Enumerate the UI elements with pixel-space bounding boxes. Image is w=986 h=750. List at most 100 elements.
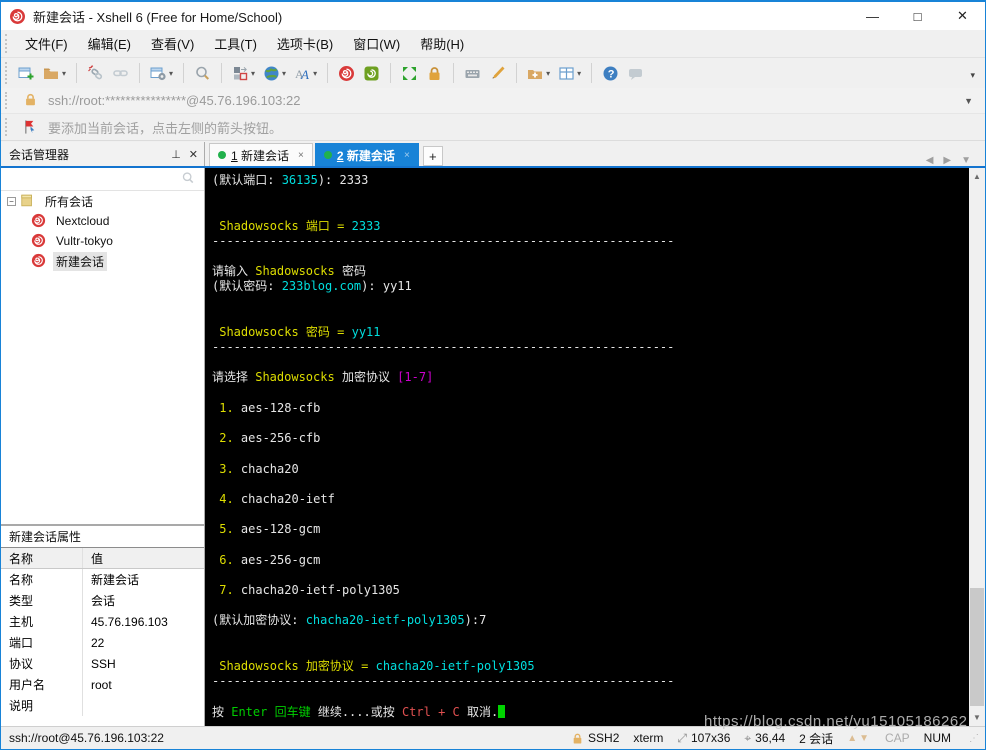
scroll-up-icon[interactable]: ▲	[969, 168, 985, 185]
session-properties-button[interactable]: ▾	[147, 62, 176, 85]
disconnect-button[interactable]	[84, 62, 107, 85]
xshell-button[interactable]	[335, 62, 358, 85]
session-search-box[interactable]	[1, 168, 204, 191]
terminal-scrollbar[interactable]: ▲ ▼	[969, 168, 985, 726]
tab-close-icon[interactable]: ×	[298, 150, 304, 161]
tree-node-all-sessions[interactable]: − 所有会话	[1, 191, 204, 211]
property-row[interactable]: 协议 SSH	[1, 653, 204, 674]
tile-windows-button[interactable]: ▾	[555, 62, 584, 85]
tab-session-2-active[interactable]: 2 新建会话 ×	[314, 143, 419, 166]
scrollbar-thumb[interactable]	[970, 588, 984, 706]
info-bar: 要添加当前会话，点击左侧的箭头按钮。	[1, 114, 985, 141]
toolbar-separator	[390, 63, 392, 83]
property-value: root	[91, 677, 112, 692]
address-input[interactable]: ssh://root:****************@45.76.196.10…	[48, 93, 300, 108]
scroll-down-icon[interactable]: ▼	[969, 709, 985, 726]
menu-file[interactable]: 文件(F)	[15, 30, 78, 57]
lock-screen-button[interactable]	[423, 62, 446, 85]
tree-label[interactable]: Vultr-tokyo	[53, 233, 116, 249]
xshell-window: 新建会话 - Xshell 6 (Free for Home/School) —…	[0, 0, 986, 750]
address-bar[interactable]: ssh://root:****************@45.76.196.10…	[1, 88, 985, 114]
tab-session-1[interactable]: 1 新建会话 ×	[209, 143, 313, 166]
reconnect-button[interactable]	[109, 62, 132, 85]
menubar-grip[interactable]	[5, 34, 8, 53]
close-button[interactable]: ✕	[940, 2, 985, 30]
property-key: 类型	[1, 590, 83, 611]
property-row[interactable]: 说明	[1, 695, 204, 716]
xshell-icon	[338, 65, 355, 82]
lock-icon	[426, 65, 443, 82]
resize-icon: ⤢	[677, 730, 687, 745]
menu-window[interactable]: 窗口(W)	[343, 30, 410, 57]
feedback-button[interactable]	[624, 62, 647, 85]
tree-node-session-selected[interactable]: 新建会话	[1, 251, 204, 271]
highlight-pen-button[interactable]	[486, 62, 509, 85]
chevron-down-icon: ▾	[282, 68, 287, 78]
menu-edit[interactable]: 编辑(E)	[78, 30, 141, 57]
fonts-button[interactable]: A A ▾	[291, 62, 320, 85]
property-row[interactable]: 主机 45.76.196.103	[1, 611, 204, 632]
tab-close-icon[interactable]: ×	[404, 150, 410, 161]
minimize-button[interactable]: —	[850, 2, 895, 30]
toolbar-grip[interactable]	[5, 62, 8, 84]
encoding-button[interactable]: ▾	[260, 62, 289, 85]
tab-list-dropdown-icon[interactable]: ▼	[961, 155, 971, 166]
pin-icon[interactable]: ⊥	[171, 148, 181, 161]
menu-view[interactable]: 查看(V)	[141, 30, 204, 57]
toolbar-overflow-icon[interactable]: ▾	[970, 70, 975, 81]
xftp-icon	[363, 65, 380, 82]
column-value: 值	[91, 551, 104, 566]
property-row[interactable]: 名称 新建会话	[1, 569, 204, 590]
xftp-button[interactable]	[360, 62, 383, 85]
chevron-down-icon: ▾	[313, 68, 318, 78]
chevron-down-icon: ▾	[546, 68, 551, 78]
help-button[interactable]: ?	[599, 62, 622, 85]
address-dropdown-icon[interactable]: ▼	[964, 96, 973, 106]
menu-tabs[interactable]: 选项卡(B)	[267, 30, 343, 57]
tree-label[interactable]: Nextcloud	[53, 213, 112, 229]
property-row[interactable]: 端口 22	[1, 632, 204, 653]
status-session-count[interactable]: 2 会话	[799, 730, 833, 747]
session-manager-title: 会话管理器	[9, 147, 70, 162]
new-folder-button[interactable]: ▾	[524, 62, 553, 85]
tree-label[interactable]: 新建会话	[53, 251, 108, 271]
addressbar-grip[interactable]	[5, 92, 8, 109]
xshell-session-icon	[31, 233, 48, 250]
property-row[interactable]: 类型 会话	[1, 590, 204, 611]
maximize-button[interactable]: □	[895, 2, 940, 30]
scrollbar-track[interactable]	[969, 185, 985, 709]
panel-close-icon[interactable]: ✕	[189, 148, 198, 161]
property-value: 22	[91, 635, 105, 650]
session-manager-header: 会话管理器 ⊥ ✕	[1, 142, 204, 166]
toolbar: ▾ ▾ ▾ ▾ A A ▾ ▾ ▾ ? ▾	[1, 57, 985, 88]
chevron-down-icon: ▾	[169, 68, 174, 78]
toolbar-separator	[516, 63, 518, 83]
status-size: ⤢ 107x36	[677, 730, 731, 746]
find-button[interactable]	[191, 62, 214, 85]
reconnect-icon	[112, 65, 129, 82]
infobar-grip[interactable]	[5, 118, 8, 136]
globe-icon	[263, 65, 280, 82]
info-message: 要添加当前会话，点击左侧的箭头按钮。	[48, 120, 283, 136]
menu-help[interactable]: 帮助(H)	[410, 30, 474, 57]
tab-scroll-right-icon[interactable]: ▶	[943, 155, 951, 166]
fullscreen-button[interactable]	[398, 62, 421, 85]
new-tab-button[interactable]: +	[422, 146, 443, 166]
new-session-button[interactable]	[15, 62, 38, 85]
disconnect-icon	[87, 64, 104, 82]
tree-node-session[interactable]: Vultr-tokyo	[1, 231, 204, 251]
collapse-icon[interactable]: −	[7, 196, 16, 206]
menu-tools[interactable]: 工具(T)	[204, 30, 267, 57]
svg-text:A: A	[300, 67, 309, 82]
tree-label[interactable]: 所有会话	[42, 192, 96, 211]
lock-icon	[571, 732, 584, 745]
property-row[interactable]: 用户名 root	[1, 674, 204, 695]
tree-node-session[interactable]: Nextcloud	[1, 211, 204, 231]
tab-scroll-left-icon[interactable]: ◀	[926, 155, 934, 166]
transfer-layout-button[interactable]: ▾	[229, 62, 258, 85]
resize-grip-icon[interactable]: ⋰	[969, 733, 979, 744]
open-session-button[interactable]: ▾	[40, 62, 69, 85]
toolbar-separator	[76, 63, 78, 83]
terminal-area[interactable]: (默认端口: 36135): 2333 Shadowsocks 端口 = 233…	[205, 168, 969, 726]
virtual-keyboard-button[interactable]	[461, 62, 484, 85]
